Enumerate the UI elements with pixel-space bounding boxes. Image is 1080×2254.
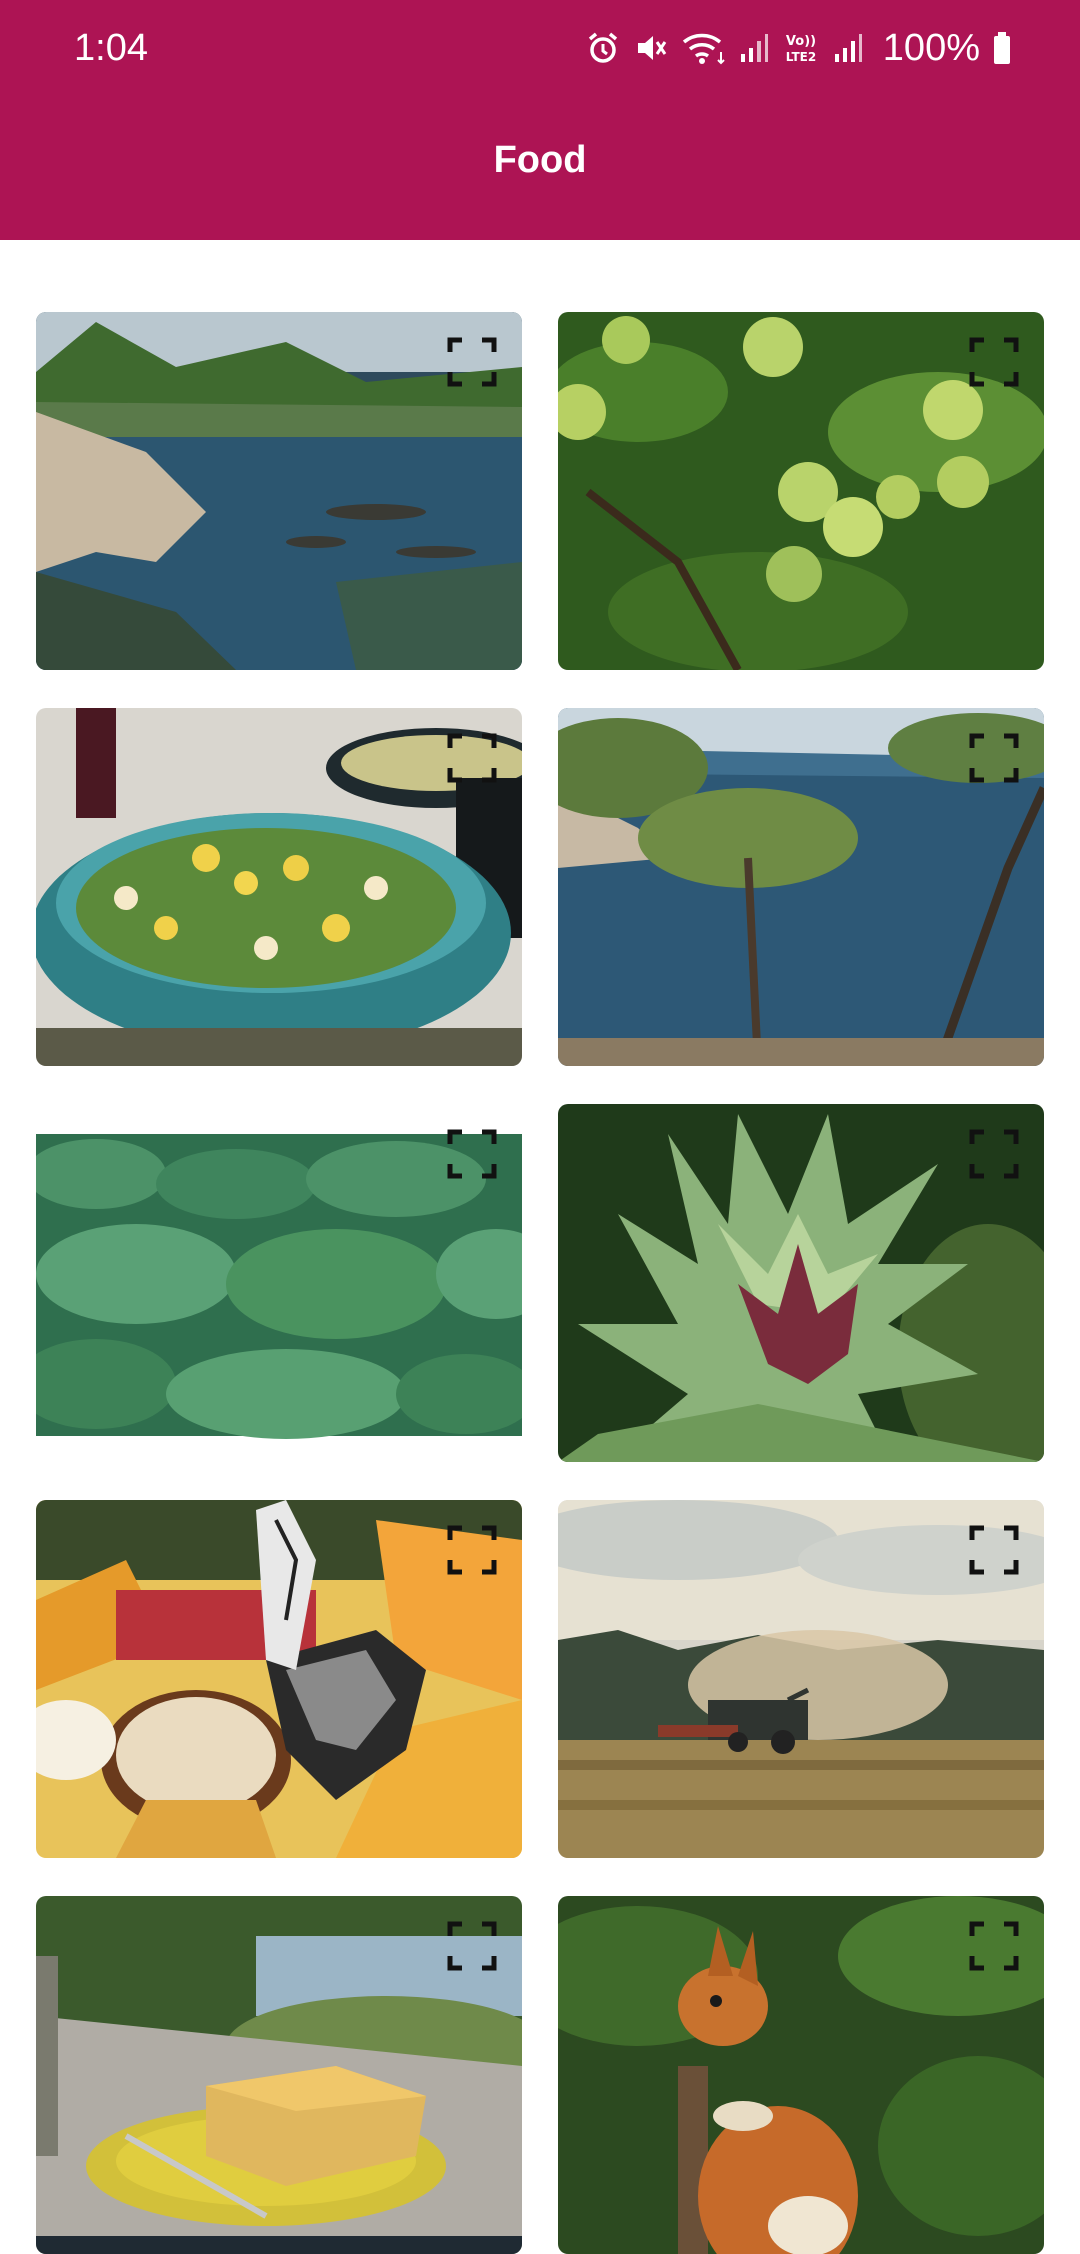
- status-icons: Vo)) LTE2 100%: [585, 22, 1012, 74]
- mute-icon: [633, 30, 669, 66]
- fullscreen-icon[interactable]: [968, 732, 1020, 784]
- alarm-icon: [585, 30, 621, 66]
- svg-text:LTE2: LTE2: [786, 50, 816, 64]
- photo-card[interactable]: [36, 1104, 522, 1462]
- battery-icon: [992, 30, 1012, 66]
- photo-card[interactable]: [558, 312, 1044, 670]
- fullscreen-icon[interactable]: [446, 1524, 498, 1576]
- photo-card[interactable]: [558, 1500, 1044, 1858]
- fullscreen-icon[interactable]: [968, 336, 1020, 388]
- fullscreen-icon[interactable]: [446, 732, 498, 784]
- signal-icon: [833, 30, 863, 66]
- volte-icon: Vo)) LTE2: [781, 30, 821, 66]
- fullscreen-icon[interactable]: [968, 1920, 1020, 1972]
- fullscreen-icon[interactable]: [446, 1920, 498, 1972]
- fullscreen-icon[interactable]: [968, 1524, 1020, 1576]
- photo-card[interactable]: [558, 1896, 1044, 2254]
- svg-text:Vo)): Vo)): [786, 34, 816, 49]
- status-time: 1:04: [74, 27, 148, 69]
- app-bar: 1:04 Vo)) LTE2 100% Food: [0, 0, 1080, 240]
- photo-card[interactable]: [36, 312, 522, 670]
- fullscreen-icon[interactable]: [446, 336, 498, 388]
- page-title: Food: [493, 139, 587, 181]
- photo-card[interactable]: [36, 1500, 522, 1858]
- wifi-icon: [681, 30, 727, 66]
- photo-card[interactable]: [36, 708, 522, 1066]
- photo-grid: [36, 312, 1044, 2254]
- photo-card[interactable]: [558, 708, 1044, 1066]
- fullscreen-icon[interactable]: [446, 1128, 498, 1180]
- signal-icon: [739, 30, 769, 66]
- photo-card[interactable]: [36, 1896, 522, 2254]
- fullscreen-icon[interactable]: [968, 1128, 1020, 1180]
- battery-percent: 100%: [882, 27, 980, 69]
- photo-card[interactable]: [558, 1104, 1044, 1462]
